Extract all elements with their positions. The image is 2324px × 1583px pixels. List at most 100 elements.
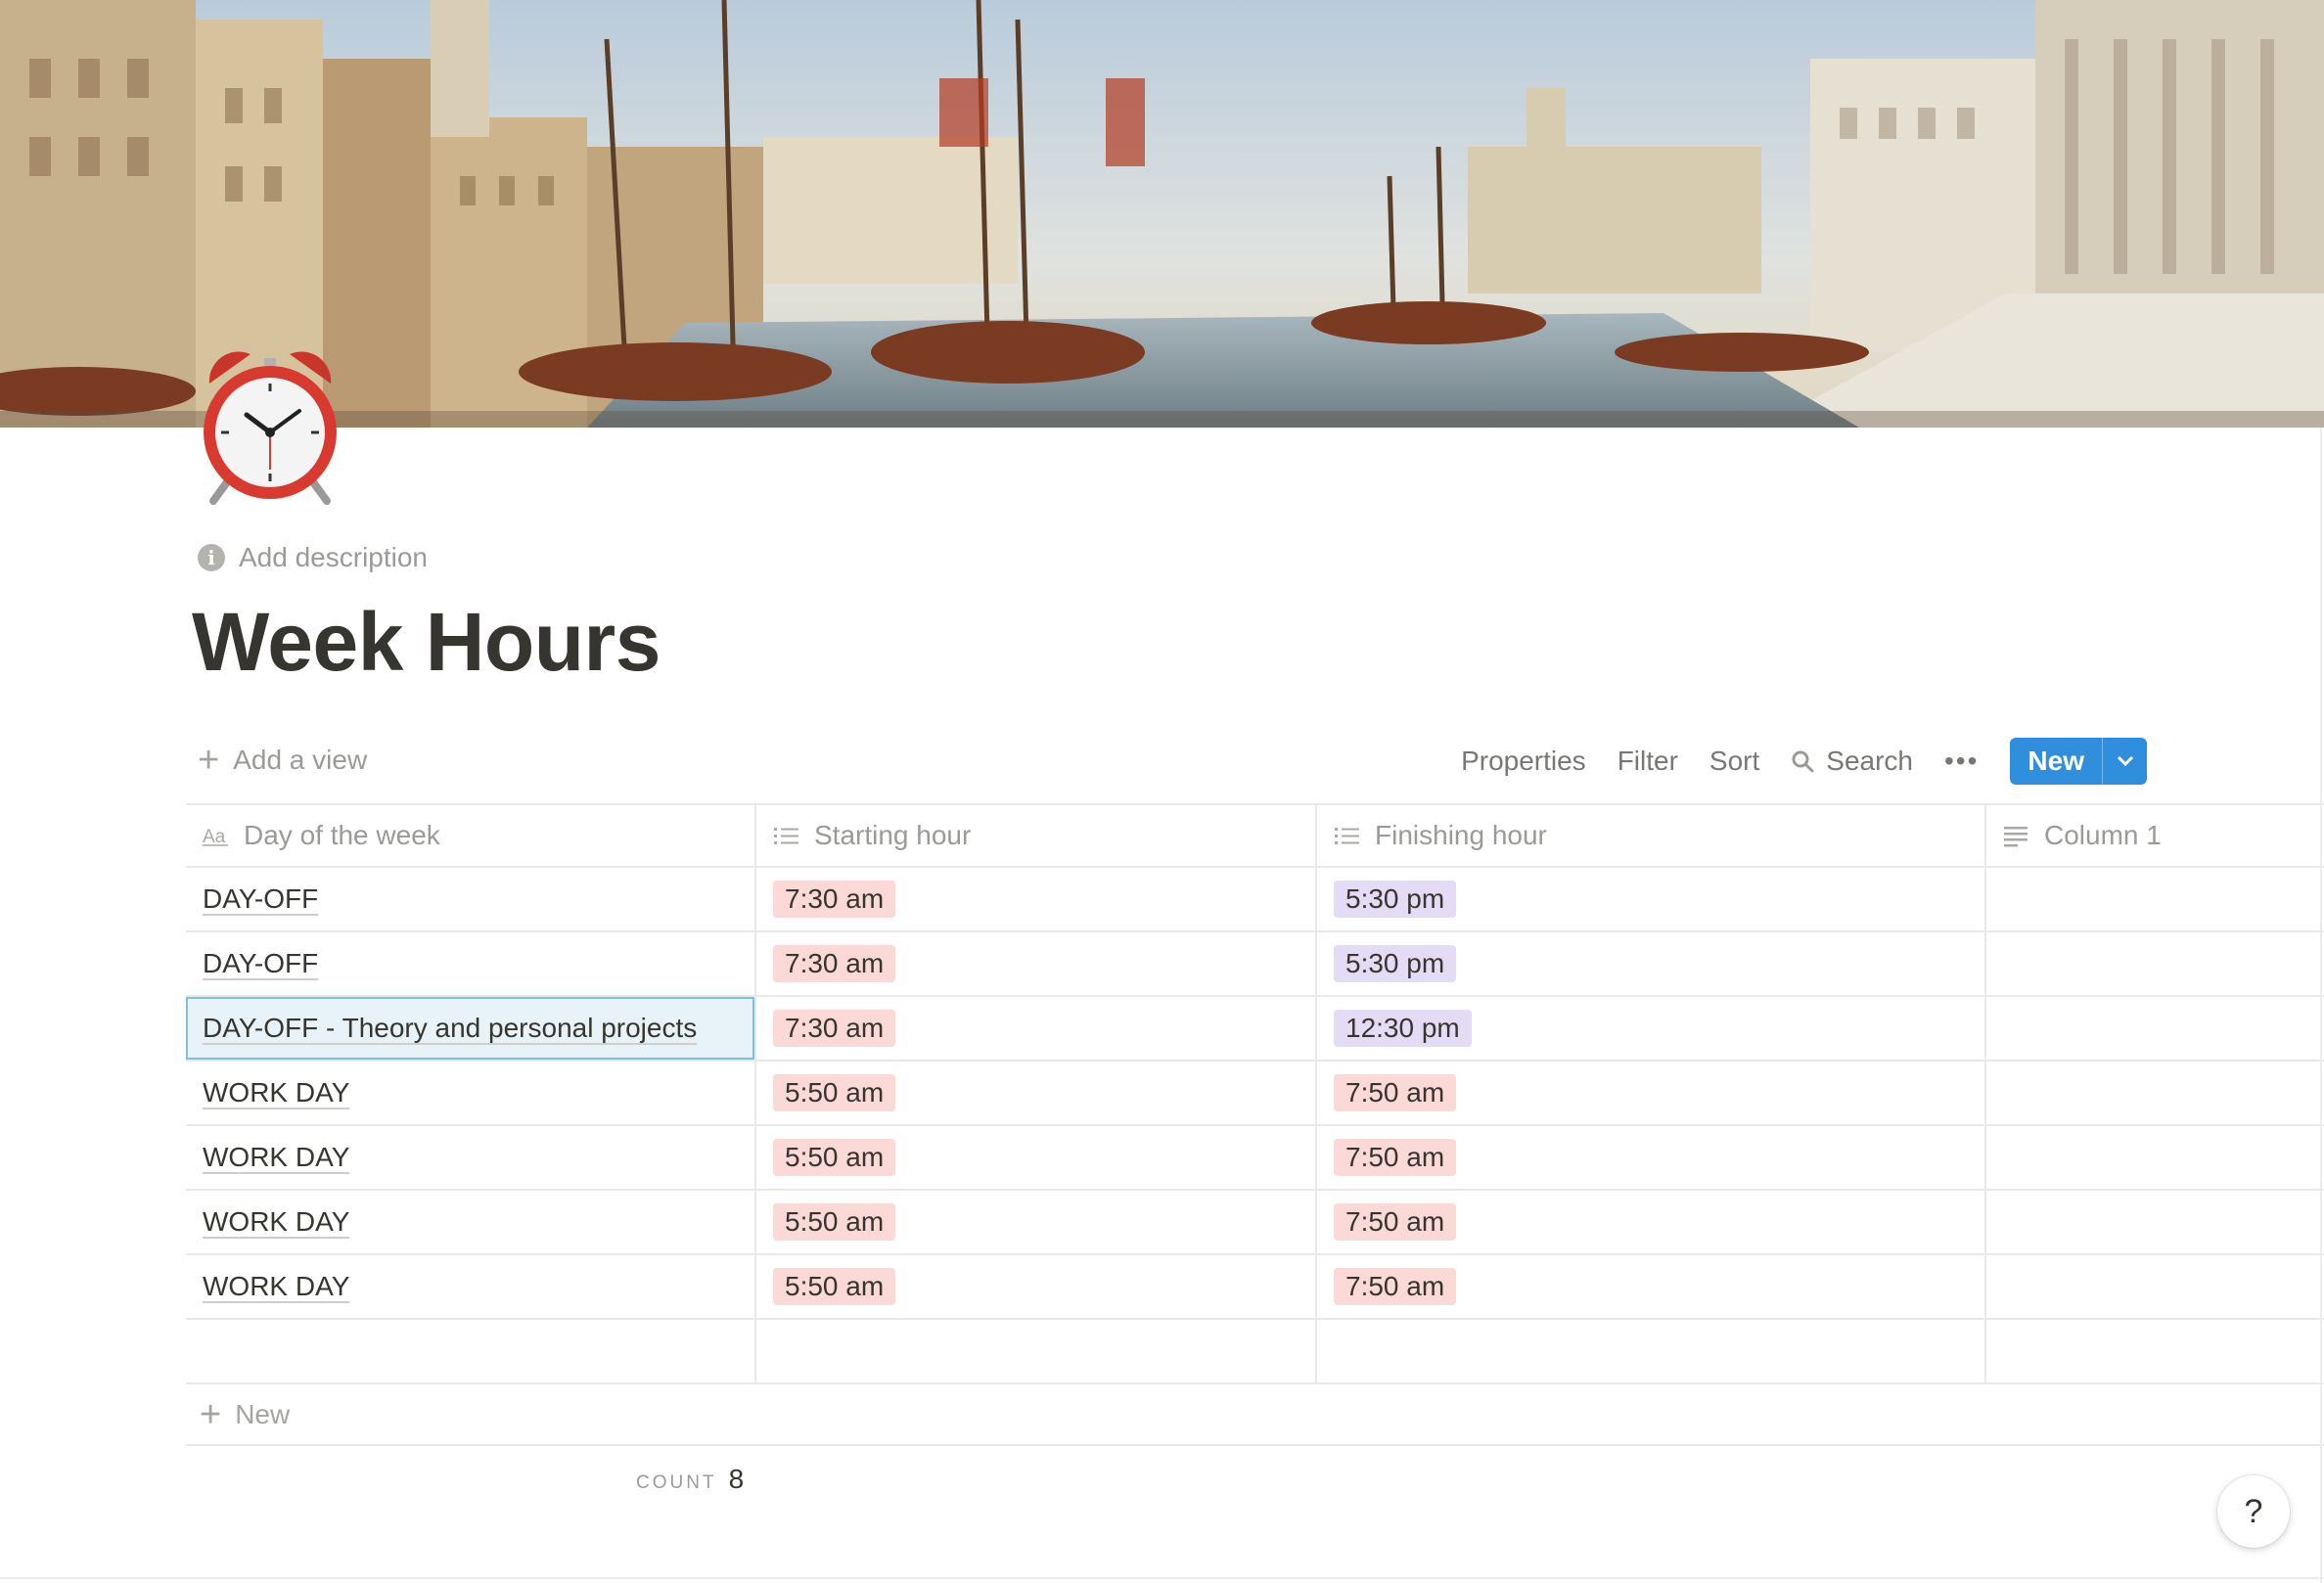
add-description[interactable]: i Add description <box>198 540 428 575</box>
day-name[interactable]: DAY-OFF <box>203 883 318 915</box>
column1-cell[interactable] <box>1986 1191 2324 1253</box>
table-row: WORK DAY 5:50 am 7:50 am <box>186 1062 2324 1126</box>
count-footer[interactable]: COUNT 8 <box>636 1464 744 1495</box>
starting-hour-tag: 7:30 am <box>773 1010 896 1047</box>
column1-cell[interactable] <box>1986 932 2324 995</box>
chevron-down-icon <box>2117 755 2133 767</box>
starting-hour-cell[interactable]: 7:30 am <box>756 868 1317 930</box>
more-options-icon[interactable]: ••• <box>1944 746 1979 777</box>
starting-hour-tag: 5:50 am <box>773 1074 896 1111</box>
search-label: Search <box>1826 746 1913 776</box>
text-lines-icon <box>2004 827 2028 847</box>
search-button[interactable]: Search <box>1791 746 1913 777</box>
scrollbar-edge <box>2320 428 2322 1583</box>
empty-cell[interactable] <box>186 1320 756 1382</box>
database-toolbar: + Add a view Properties Filter Sort Sear… <box>186 734 2323 789</box>
starting-hour-cell[interactable]: 7:30 am <box>756 932 1317 995</box>
finishing-hour-tag: 7:50 am <box>1334 1268 1457 1305</box>
new-button-group: New <box>2010 738 2147 785</box>
starting-hour-cell[interactable]: 5:50 am <box>756 1255 1317 1318</box>
column-header-column1[interactable]: Column 1 <box>1986 805 2324 866</box>
empty-row <box>186 1320 2324 1384</box>
starting-hour-tag: 7:30 am <box>773 881 896 918</box>
finishing-hour-tag: 5:30 pm <box>1334 881 1457 918</box>
column-header-label: Finishing hour <box>1375 820 1547 850</box>
search-icon <box>1792 750 1814 773</box>
text-property-icon: Aa <box>203 827 228 847</box>
finishing-hour-tag: 5:30 pm <box>1334 945 1457 982</box>
starting-hour-cell[interactable]: 7:30 am <box>756 997 1317 1060</box>
filter-button[interactable]: Filter <box>1618 746 1678 777</box>
day-cell[interactable]: DAY-OFF <box>186 932 756 995</box>
column-header-label: Day of the week <box>244 820 440 850</box>
page-title[interactable]: Week Hours <box>192 595 661 690</box>
starting-hour-cell[interactable]: 5:50 am <box>756 1191 1317 1253</box>
table-row: DAY-OFF - Theory and personal projects 7:… <box>186 997 2324 1062</box>
starting-hour-cell[interactable]: 5:50 am <box>756 1126 1317 1189</box>
add-new-row-button[interactable]: + New <box>186 1385 2324 1446</box>
add-description-label: Add description <box>239 542 429 572</box>
empty-cell[interactable] <box>1986 1320 2324 1382</box>
svg-text:Aa: Aa <box>203 827 226 847</box>
column-header-label: Column 1 <box>2044 820 2162 850</box>
properties-button[interactable]: Properties <box>1461 746 1586 777</box>
column1-cell[interactable] <box>1986 1126 2324 1189</box>
bottom-divider <box>0 1577 2324 1579</box>
finishing-hour-cell[interactable]: 5:30 pm <box>1317 932 1986 995</box>
finishing-hour-tag: 7:50 am <box>1334 1139 1457 1176</box>
finishing-hour-tag: 12:30 pm <box>1334 1010 1472 1047</box>
starting-hour-tag: 5:50 am <box>773 1139 896 1176</box>
day-name[interactable]: WORK DAY <box>203 1271 349 1302</box>
day-cell[interactable]: WORK DAY <box>186 1255 756 1318</box>
info-icon: i <box>198 544 225 571</box>
plus-icon: + <box>200 1394 222 1435</box>
day-cell[interactable]: WORK DAY <box>186 1062 756 1124</box>
day-cell[interactable]: WORK DAY <box>186 1191 756 1253</box>
new-row-label: New <box>235 1399 291 1429</box>
finishing-hour-tag: 7:50 am <box>1334 1203 1457 1241</box>
empty-cell[interactable] <box>756 1320 1317 1382</box>
finishing-hour-tag: 7:50 am <box>1334 1074 1457 1111</box>
starting-hour-tag: 5:50 am <box>773 1268 896 1305</box>
column1-cell[interactable] <box>1986 997 2324 1060</box>
add-view-button[interactable]: + Add a view <box>198 742 367 779</box>
column-header-start[interactable]: Starting hour <box>756 805 1317 866</box>
list-property-icon <box>774 828 798 844</box>
column1-cell[interactable] <box>1986 1255 2324 1318</box>
day-cell[interactable]: WORK DAY <box>186 1126 756 1189</box>
help-button[interactable]: ? <box>2217 1475 2290 1548</box>
day-cell[interactable]: DAY-OFF <box>186 868 756 930</box>
list-property-icon <box>1335 828 1359 844</box>
day-name[interactable]: WORK DAY <box>203 1077 349 1108</box>
finishing-hour-cell[interactable]: 7:50 am <box>1317 1126 1986 1189</box>
day-name[interactable]: DAY-OFF - Theory and personal projects <box>203 1013 697 1044</box>
count-value: 8 <box>728 1464 745 1494</box>
finishing-hour-cell[interactable]: 7:50 am <box>1317 1062 1986 1124</box>
cover-image[interactable] <box>0 0 2324 428</box>
day-name[interactable]: WORK DAY <box>203 1142 349 1173</box>
table-row: WORK DAY 5:50 am 7:50 am <box>186 1126 2324 1191</box>
finishing-hour-cell[interactable]: 12:30 pm <box>1317 997 1986 1060</box>
column-header-finish[interactable]: Finishing hour <box>1317 805 1986 866</box>
column-header-day[interactable]: Aa Day of the week <box>186 805 756 866</box>
day-cell[interactable]: DAY-OFF - Theory and personal projects <box>186 997 756 1060</box>
table-header: Aa Day of the week Starting hour Finishi… <box>186 803 2324 868</box>
table-row: DAY-OFF 7:30 am 5:30 pm <box>186 932 2324 997</box>
alarm-clock-icon[interactable] <box>192 344 348 509</box>
column1-cell[interactable] <box>1986 868 2324 930</box>
new-button[interactable]: New <box>2010 738 2102 785</box>
finishing-hour-cell[interactable]: 7:50 am <box>1317 1255 1986 1318</box>
sort-button[interactable]: Sort <box>1709 746 1759 777</box>
starting-hour-tag: 7:30 am <box>773 945 896 982</box>
finishing-hour-cell[interactable]: 5:30 pm <box>1317 868 1986 930</box>
table-row: DAY-OFF 7:30 am 5:30 pm <box>186 868 2324 932</box>
empty-cell[interactable] <box>1317 1320 1986 1382</box>
day-name[interactable]: WORK DAY <box>203 1206 349 1238</box>
count-label: COUNT <box>636 1472 717 1493</box>
starting-hour-cell[interactable]: 5:50 am <box>756 1062 1317 1124</box>
column1-cell[interactable] <box>1986 1062 2324 1124</box>
finishing-hour-cell[interactable]: 7:50 am <box>1317 1191 1986 1253</box>
add-view-label: Add a view <box>233 745 368 775</box>
new-dropdown-button[interactable] <box>2102 738 2147 785</box>
day-name[interactable]: DAY-OFF <box>203 948 318 979</box>
